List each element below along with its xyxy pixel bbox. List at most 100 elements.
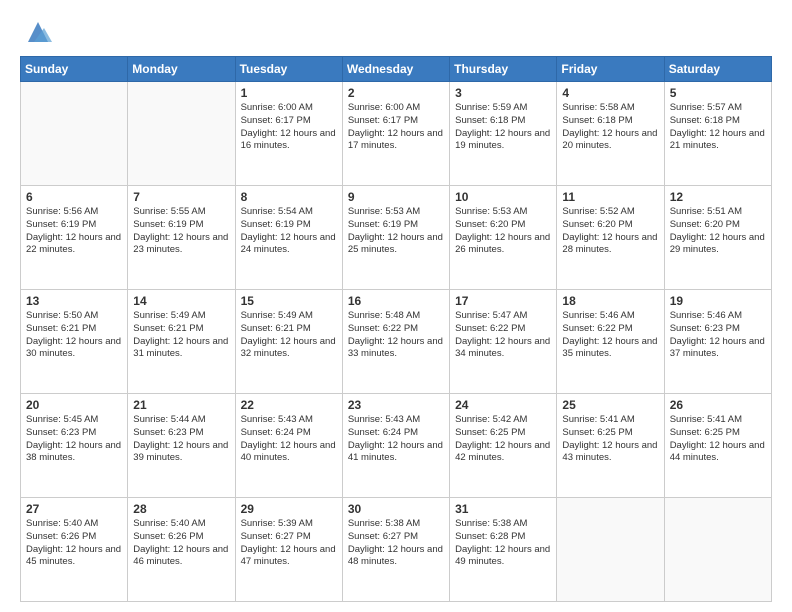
day-number: 27 (26, 502, 122, 516)
day-number: 25 (562, 398, 658, 412)
weekday-header: Sunday (21, 57, 128, 82)
day-info: Sunrise: 5:39 AM Sunset: 6:27 PM Dayligh… (241, 518, 337, 569)
weekday-header: Saturday (664, 57, 771, 82)
calendar-body: 1 Sunrise: 6:00 AM Sunset: 6:17 PM Daylig… (21, 82, 772, 602)
day-info: Sunrise: 5:55 AM Sunset: 6:19 PM Dayligh… (133, 206, 229, 257)
day-number: 7 (133, 190, 229, 204)
calendar-week-row: 6Sunrise: 5:56 AM Sunset: 6:19 PM Daylig… (21, 186, 772, 290)
calendar-cell: 23 Sunrise: 5:43 AM Sunset: 6:24 PM Dayli… (342, 394, 449, 498)
day-number: 15 (241, 294, 337, 308)
day-info: Sunrise: 5:45 AM Sunset: 6:23 PM Dayligh… (26, 414, 122, 465)
day-number: 29 (241, 502, 337, 516)
day-info: Sunrise: 5:42 AM Sunset: 6:25 PM Dayligh… (455, 414, 551, 465)
weekday-header: Friday (557, 57, 664, 82)
calendar-cell: 19 Sunrise: 5:46 AM Sunset: 6:23 PM Dayli… (664, 290, 771, 394)
day-number: 22 (241, 398, 337, 412)
day-info: Sunrise: 6:00 AM Sunset: 6:17 PM Dayligh… (241, 102, 337, 153)
calendar-cell: 15 Sunrise: 5:49 AM Sunset: 6:21 PM Dayli… (235, 290, 342, 394)
day-number: 3 (455, 86, 551, 100)
day-number: 1 (241, 86, 337, 100)
day-info: Sunrise: 5:51 AM Sunset: 6:20 PM Dayligh… (670, 206, 766, 257)
day-number: 5 (670, 86, 766, 100)
day-info: Sunrise: 5:53 AM Sunset: 6:19 PM Dayligh… (348, 206, 444, 257)
calendar-cell (21, 82, 128, 186)
calendar-cell: 12 Sunrise: 5:51 AM Sunset: 6:20 PM Dayli… (664, 186, 771, 290)
weekday-row: SundayMondayTuesdayWednesdayThursdayFrid… (21, 57, 772, 82)
day-number: 18 (562, 294, 658, 308)
day-info: Sunrise: 5:48 AM Sunset: 6:22 PM Dayligh… (348, 310, 444, 361)
day-info: Sunrise: 5:43 AM Sunset: 6:24 PM Dayligh… (348, 414, 444, 465)
calendar-cell (128, 82, 235, 186)
calendar-cell: 8 Sunrise: 5:54 AM Sunset: 6:19 PM Daylig… (235, 186, 342, 290)
day-number: 12 (670, 190, 766, 204)
calendar-cell: 30Sunrise: 5:38 AM Sunset: 6:27 PM Dayli… (342, 498, 449, 602)
calendar-cell: 14 Sunrise: 5:49 AM Sunset: 6:21 PM Dayli… (128, 290, 235, 394)
day-info: Sunrise: 5:38 AM Sunset: 6:27 PM Dayligh… (348, 518, 444, 569)
day-info: Sunrise: 5:56 AM Sunset: 6:19 PM Dayligh… (26, 206, 122, 257)
calendar-cell: 20 Sunrise: 5:45 AM Sunset: 6:23 PM Dayli… (21, 394, 128, 498)
calendar-cell: 1 Sunrise: 6:00 AM Sunset: 6:17 PM Daylig… (235, 82, 342, 186)
day-info: Sunrise: 5:40 AM Sunset: 6:26 PM Dayligh… (133, 518, 229, 569)
day-info: Sunrise: 5:57 AM Sunset: 6:18 PM Dayligh… (670, 102, 766, 153)
day-info: Sunrise: 5:41 AM Sunset: 6:25 PM Dayligh… (562, 414, 658, 465)
day-number: 2 (348, 86, 444, 100)
calendar-cell: 2 Sunrise: 6:00 AM Sunset: 6:17 PM Daylig… (342, 82, 449, 186)
day-number: 28 (133, 502, 229, 516)
calendar-cell: 7 Sunrise: 5:55 AM Sunset: 6:19 PM Daylig… (128, 186, 235, 290)
day-info: Sunrise: 5:49 AM Sunset: 6:21 PM Dayligh… (241, 310, 337, 361)
calendar-cell: 9Sunrise: 5:53 AM Sunset: 6:19 PM Daylig… (342, 186, 449, 290)
day-info: Sunrise: 5:41 AM Sunset: 6:25 PM Dayligh… (670, 414, 766, 465)
calendar-cell (664, 498, 771, 602)
logo (20, 18, 52, 46)
day-number: 4 (562, 86, 658, 100)
calendar-cell: 16 Sunrise: 5:48 AM Sunset: 6:22 PM Dayli… (342, 290, 449, 394)
calendar-table: SundayMondayTuesdayWednesdayThursdayFrid… (20, 56, 772, 602)
day-number: 26 (670, 398, 766, 412)
day-number: 13 (26, 294, 122, 308)
calendar-cell: 17 Sunrise: 5:47 AM Sunset: 6:22 PM Dayli… (450, 290, 557, 394)
day-number: 20 (26, 398, 122, 412)
calendar-week-row: 13 Sunrise: 5:50 AM Sunset: 6:21 PM Dayli… (21, 290, 772, 394)
day-info: Sunrise: 5:59 AM Sunset: 6:18 PM Dayligh… (455, 102, 551, 153)
day-info: Sunrise: 5:52 AM Sunset: 6:20 PM Dayligh… (562, 206, 658, 257)
day-number: 8 (241, 190, 337, 204)
day-info: Sunrise: 6:00 AM Sunset: 6:17 PM Dayligh… (348, 102, 444, 153)
day-info: Sunrise: 5:44 AM Sunset: 6:23 PM Dayligh… (133, 414, 229, 465)
calendar-header: SundayMondayTuesdayWednesdayThursdayFrid… (21, 57, 772, 82)
day-info: Sunrise: 5:46 AM Sunset: 6:23 PM Dayligh… (670, 310, 766, 361)
calendar-cell: 4 Sunrise: 5:58 AM Sunset: 6:18 PM Daylig… (557, 82, 664, 186)
day-number: 19 (670, 294, 766, 308)
day-number: 17 (455, 294, 551, 308)
day-info: Sunrise: 5:58 AM Sunset: 6:18 PM Dayligh… (562, 102, 658, 153)
header (20, 18, 772, 46)
calendar-cell: 6Sunrise: 5:56 AM Sunset: 6:19 PM Daylig… (21, 186, 128, 290)
calendar-cell: 26 Sunrise: 5:41 AM Sunset: 6:25 PM Dayli… (664, 394, 771, 498)
calendar-cell (557, 498, 664, 602)
day-info: Sunrise: 5:40 AM Sunset: 6:26 PM Dayligh… (26, 518, 122, 569)
calendar-cell: 27 Sunrise: 5:40 AM Sunset: 6:26 PM Dayli… (21, 498, 128, 602)
weekday-header: Monday (128, 57, 235, 82)
day-info: Sunrise: 5:53 AM Sunset: 6:20 PM Dayligh… (455, 206, 551, 257)
calendar-cell: 24Sunrise: 5:42 AM Sunset: 6:25 PM Dayli… (450, 394, 557, 498)
logo-icon (24, 18, 52, 46)
day-info: Sunrise: 5:50 AM Sunset: 6:21 PM Dayligh… (26, 310, 122, 361)
day-info: Sunrise: 5:54 AM Sunset: 6:19 PM Dayligh… (241, 206, 337, 257)
day-number: 16 (348, 294, 444, 308)
calendar-cell: 10Sunrise: 5:53 AM Sunset: 6:20 PM Dayli… (450, 186, 557, 290)
day-number: 21 (133, 398, 229, 412)
day-number: 11 (562, 190, 658, 204)
day-number: 14 (133, 294, 229, 308)
calendar-cell: 11 Sunrise: 5:52 AM Sunset: 6:20 PM Dayli… (557, 186, 664, 290)
weekday-header: Tuesday (235, 57, 342, 82)
calendar-cell: 21 Sunrise: 5:44 AM Sunset: 6:23 PM Dayli… (128, 394, 235, 498)
weekday-header: Wednesday (342, 57, 449, 82)
day-number: 23 (348, 398, 444, 412)
calendar-cell: 5 Sunrise: 5:57 AM Sunset: 6:18 PM Daylig… (664, 82, 771, 186)
calendar-cell: 18Sunrise: 5:46 AM Sunset: 6:22 PM Dayli… (557, 290, 664, 394)
calendar-cell: 29 Sunrise: 5:39 AM Sunset: 6:27 PM Dayli… (235, 498, 342, 602)
day-info: Sunrise: 5:47 AM Sunset: 6:22 PM Dayligh… (455, 310, 551, 361)
day-info: Sunrise: 5:49 AM Sunset: 6:21 PM Dayligh… (133, 310, 229, 361)
day-number: 31 (455, 502, 551, 516)
calendar-cell: 31Sunrise: 5:38 AM Sunset: 6:28 PM Dayli… (450, 498, 557, 602)
calendar-cell: 28 Sunrise: 5:40 AM Sunset: 6:26 PM Dayli… (128, 498, 235, 602)
